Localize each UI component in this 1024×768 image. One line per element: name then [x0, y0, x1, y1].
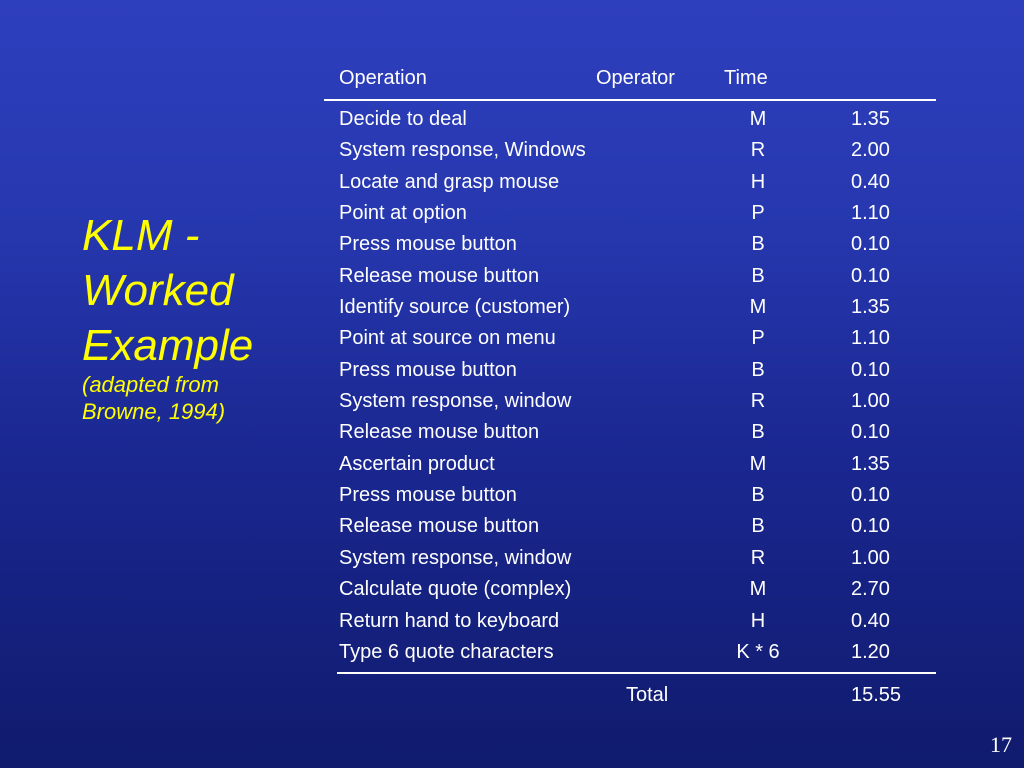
- time-cell: 1.10: [851, 202, 890, 225]
- time-cell: 0.40: [851, 609, 890, 632]
- time-cell: 0.10: [851, 358, 890, 381]
- operation-cell: Decide to deal: [339, 108, 467, 130]
- operation-cell: System response, window: [339, 546, 572, 569]
- time-cell: 1.00: [851, 390, 890, 413]
- operation-cell: Type 6 quote characters: [339, 640, 554, 663]
- operator-cell: B: [751, 515, 765, 538]
- operator-cell: K * 6: [736, 640, 780, 663]
- table-row: Press mouse button B 0.10: [0, 357, 1024, 388]
- total-divider: [337, 672, 936, 674]
- klm-table-body: Decide to deal M 1.35 System response, Wind…: [0, 106, 1024, 670]
- time-cell: 2.70: [851, 578, 890, 601]
- table-row: Type 6 quote characters K * 6 1.20: [0, 639, 1024, 670]
- operator-cell: H: [750, 609, 766, 632]
- operator-cell: B: [751, 233, 765, 256]
- operation-cell: System response, window: [339, 390, 572, 413]
- total-value: 15.55: [851, 684, 902, 706]
- table-row: System response, Windows R 2.00: [0, 137, 1024, 168]
- time-cell: 0.10: [851, 264, 890, 287]
- operation-cell: Release mouse button: [339, 421, 540, 444]
- page-number: 17: [990, 732, 1012, 757]
- operator-cell: H: [750, 170, 766, 193]
- operator-cell: B: [751, 358, 765, 381]
- operation-cell: Identify source (customer): [339, 296, 571, 319]
- table-row: System response, window R 1.00: [0, 388, 1024, 419]
- time-cell: 0.10: [851, 484, 890, 507]
- operation-cell: Point at source on menu: [339, 327, 556, 350]
- operator-cell: M: [749, 108, 767, 130]
- table-row: Release mouse button B 0.10: [0, 263, 1024, 294]
- operator-cell: M: [749, 296, 767, 319]
- operator-cell: M: [749, 578, 767, 601]
- time-cell: 0.10: [851, 421, 890, 444]
- operation-cell: Press mouse button: [339, 484, 517, 507]
- table-row: Press mouse button B 0.10: [0, 482, 1024, 513]
- time-cell: 2.00: [851, 139, 890, 162]
- operator-cell: M: [749, 452, 767, 475]
- table-row: Point at option P 1.10: [0, 200, 1024, 231]
- operation-cell: Press mouse button: [339, 358, 517, 381]
- operator-cell: P: [751, 327, 765, 350]
- table-row: Identify source (customer) M 1.35: [0, 294, 1024, 325]
- time-cell: 1.00: [851, 546, 890, 569]
- operation-cell: System response, Windows: [339, 139, 586, 162]
- operator-cell: R: [750, 546, 766, 569]
- header-divider: [324, 99, 936, 101]
- operation-cell: Return hand to keyboard: [339, 609, 560, 632]
- operation-cell: Release mouse button: [339, 515, 540, 538]
- time-cell: 1.35: [851, 108, 890, 130]
- operation-cell: Release mouse button: [339, 264, 540, 287]
- table-row: Press mouse button B 0.10: [0, 231, 1024, 262]
- table-row: Decide to deal M 1.35: [0, 106, 1024, 137]
- operation-cell: Press mouse button: [339, 233, 517, 256]
- operator-cell: R: [750, 390, 766, 413]
- table-row: Release mouse button B 0.10: [0, 419, 1024, 450]
- operation-cell: Locate and grasp mouse: [339, 170, 560, 193]
- time-cell: 0.10: [851, 515, 890, 538]
- time-cell: 1.10: [851, 327, 890, 350]
- table-row: Point at source on menu P 1.10: [0, 325, 1024, 356]
- table-row: Ascertain product M 1.35: [0, 451, 1024, 482]
- time-cell: 1.35: [851, 296, 890, 319]
- time-cell: 1.35: [851, 452, 890, 475]
- operator-cell: R: [750, 139, 766, 162]
- operator-cell: B: [751, 421, 765, 444]
- operation-cell: Ascertain product: [339, 452, 495, 475]
- operator-cell: B: [751, 264, 765, 287]
- operator-cell: P: [751, 202, 765, 225]
- time-cell: 1.20: [851, 640, 890, 663]
- time-cell: 0.40: [851, 170, 890, 193]
- operation-cell: Point at option: [339, 202, 467, 225]
- table-row: Release mouse button B 0.10: [0, 513, 1024, 544]
- operation-cell: Calculate quote (complex): [339, 578, 572, 601]
- header-time: Time: [724, 67, 768, 89]
- table-row: Locate and grasp mouse H 0.40: [0, 169, 1024, 200]
- table-row: Calculate quote (complex) M 2.70: [0, 576, 1024, 607]
- header-operator: Operator: [596, 67, 675, 89]
- total-label: Total: [626, 684, 669, 706]
- table-row: System response, window R 1.00: [0, 545, 1024, 576]
- table-row: Return hand to keyboard H 0.40: [0, 608, 1024, 639]
- operator-cell: B: [751, 484, 765, 507]
- time-cell: 0.10: [851, 233, 890, 256]
- header-operation: Operation: [339, 67, 427, 89]
